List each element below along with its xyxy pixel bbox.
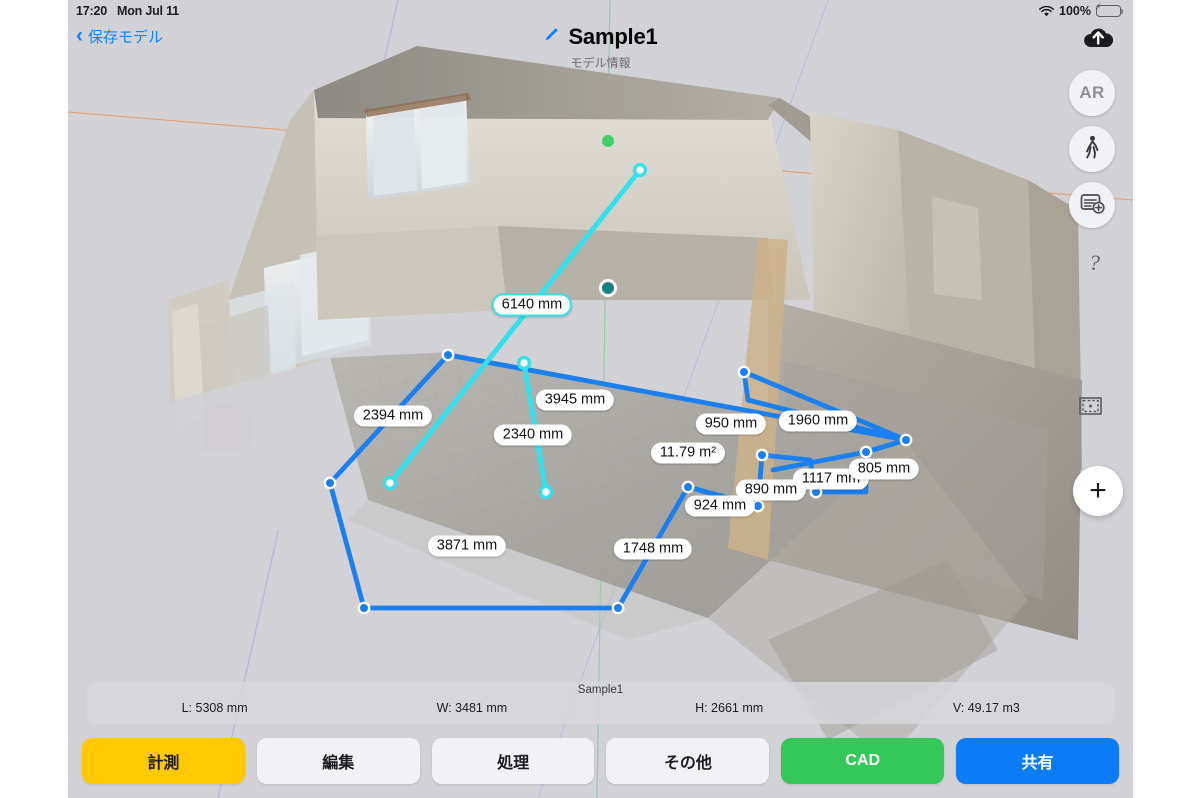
wifi-icon <box>1039 5 1054 17</box>
model-metrics-row: L: 5308 mm W: 3481 mm H: 2661 mm V: 49.17 m… <box>86 701 1115 715</box>
action-button-share[interactable]: 共有 <box>956 738 1119 784</box>
action-button-cad[interactable]: CAD <box>781 738 945 784</box>
page-subtitle: モデル情報 <box>570 56 631 70</box>
measurement-label[interactable]: 6140 mm <box>491 293 573 317</box>
screen-root: 6140 mm 2394 mm 3945 mm 2340 mm 950 mm 1960 m… <box>0 0 1200 798</box>
fit-to-frame-icon[interactable] <box>1078 394 1103 419</box>
measurement-label[interactable]: 1960 mm <box>778 410 858 432</box>
pencil-icon[interactable] <box>543 26 560 48</box>
model-metric: H: 2661 mm <box>695 701 764 715</box>
status-clock: 17:20 <box>76 4 107 18</box>
action-button-neutral[interactable]: 処理 <box>431 738 595 784</box>
add-note-button[interactable] <box>1069 182 1115 228</box>
ar-button-label: AR <box>1079 83 1105 102</box>
model-metric: V: 49.17 m3 <box>952 701 1020 715</box>
action-button-neutral[interactable]: その他 <box>606 738 770 784</box>
model-metric: W: 3481 mm <box>436 701 508 715</box>
navigation-bar: ‹ 保存モデル Sample1 モデル情報 <box>68 22 1133 78</box>
action-button-bar: 計測 編集 処理 その他 CAD 共有 <box>82 738 1119 784</box>
measurement-label[interactable]: 2394 mm <box>353 405 433 427</box>
measurement-label[interactable]: 3945 mm <box>535 389 615 411</box>
title-block: Sample1 モデル情報 <box>68 24 1133 71</box>
battery-percent: 100% <box>1059 4 1091 18</box>
battery-charging-icon: ⚡ <box>1095 2 1124 17</box>
measurement-label[interactable]: 3871 mm <box>427 535 507 557</box>
note-add-icon <box>1080 192 1105 219</box>
action-button-measure[interactable]: 計測 <box>82 738 245 784</box>
measurement-label[interactable]: 924 mm <box>684 495 756 517</box>
status-date: Mon Jul 11 <box>116 4 179 18</box>
cloud-upload-icon[interactable] <box>1081 24 1115 50</box>
page-title: Sample1 <box>568 24 658 49</box>
walk-person-icon <box>1081 135 1103 164</box>
measurement-label[interactable]: 1748 mm <box>613 538 693 560</box>
measurement-label[interactable]: 805 mm <box>848 458 920 480</box>
measurement-label[interactable]: 11.79 m² <box>650 442 726 464</box>
walk-mode-button[interactable] <box>1069 126 1115 172</box>
axis-origin-dot <box>602 135 614 147</box>
model-3d-viewport[interactable]: 6140 mm 2394 mm 3945 mm 2340 mm 950 mm 1960 m… <box>68 0 1133 798</box>
measurement-label[interactable]: 2340 mm <box>493 424 573 446</box>
model-info-bar: Sample1 L: 5308 mm W: 3481 mm H: 2661 mm V:… <box>86 682 1115 724</box>
question-mark-icon[interactable]: ? <box>1089 250 1100 276</box>
app-viewport: 6140 mm 2394 mm 3945 mm 2340 mm 950 mm 1960 m… <box>68 0 1133 798</box>
add-measurement-button[interactable]: + <box>1073 466 1123 516</box>
pivot-dot <box>599 279 617 297</box>
measurement-label[interactable]: 950 mm <box>695 413 767 435</box>
model-metric: L: 5308 mm <box>181 701 248 715</box>
status-bar: 17:20 Mon Jul 11 100% ⚡ <box>68 0 1133 22</box>
model-name-label: Sample1 <box>577 684 624 696</box>
ar-button[interactable]: AR <box>1069 70 1115 116</box>
action-button-neutral[interactable]: 編集 <box>256 738 420 784</box>
